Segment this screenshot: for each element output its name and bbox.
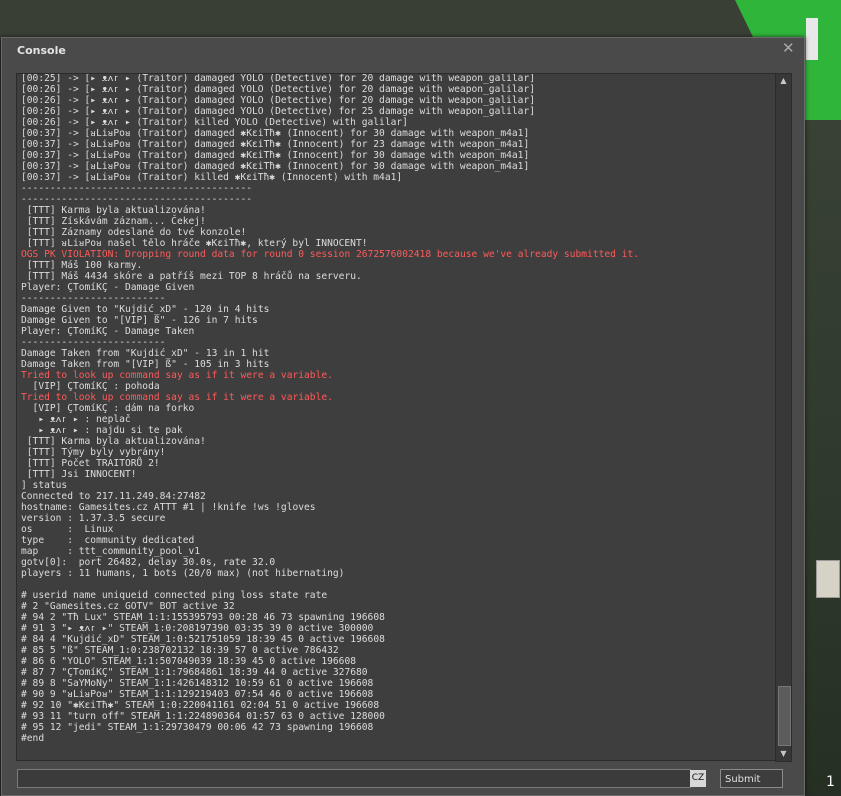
console-line: ▸ ᴥᴧᴦ ▸ : neplač: [21, 414, 131, 425]
console-line: [VIP] ÇTomíKÇ : pohoda: [21, 381, 160, 392]
console-line: Player: ÇTomíKÇ - Damage Given: [21, 282, 195, 293]
console-line: [VIP] ÇTomíKÇ : dám na forko: [21, 403, 195, 414]
console-line: map : ttt_community_pool_v1: [21, 546, 201, 557]
console-line: Damage Taken from "Kujdić_xD" - 13 in 1 …: [21, 348, 270, 359]
console-line: [00:26] -> [▸ ᴥᴧᴦ ▸ (Traitor) killed YOL…: [21, 117, 408, 128]
console-line: # 87 7 "ÇTomíKÇ" STEAM_1:1:79684861 18:3…: [21, 667, 368, 678]
console-line: Damage Given to "[VIP] ß" - 126 in 7 hit…: [21, 315, 258, 326]
console-line: #end: [21, 733, 45, 744]
console-line: gotv[0]: port 26482, delay 30.0s, rate 3…: [21, 557, 276, 568]
console-line: Damage Taken from "[VIP] ß" - 105 in 3 h…: [21, 359, 270, 370]
console-line: ] status: [21, 480, 68, 491]
game-background: [0, 0, 841, 40]
console-line: -------------------------: [21, 337, 166, 348]
console-line: # 90 9 "ᴚLiᴚPoᴚ" STEAM_1:1:129219403 07:…: [21, 689, 374, 700]
game-light-fixture: [806, 18, 818, 60]
console-line: # 2 "Gamesites.cz GOTV" BOT active 32: [21, 601, 235, 612]
console-line: [TTT] Získávám záznam... Čekej!: [21, 216, 206, 227]
scroll-down-icon[interactable]: ▼: [776, 747, 791, 761]
console-line: [00:26] -> [▸ ᴥᴧᴦ ▸ (Traitor) damaged YO…: [21, 84, 536, 95]
window-title: Console: [17, 44, 66, 57]
console-line: [TTT] ᴚLiᴚPoᴚ našel tělo hráče ✱KɛiTħ✱, …: [21, 238, 368, 249]
scrollbar-thumb[interactable]: [778, 686, 791, 746]
console-line: # 89 8 "SaYMoNy" STEAM_1:1:426148312 10:…: [21, 678, 374, 689]
window-titlebar[interactable]: Console ✕: [2, 38, 804, 64]
game-wall-outlet: [816, 560, 840, 598]
console-line: Damage Given to "Kujdić_xD" - 120 in 4 h…: [21, 304, 270, 315]
console-line: [00:37] -> [ᴚLiᴚPoᴚ (Traitor) damaged ✱K…: [21, 150, 530, 161]
console-line: [00:25] -> [▸ ᴥᴧᴦ ▸ (Traitor) damaged YO…: [21, 73, 536, 84]
console-line: [TTT] Jsi INNOCENT!: [21, 469, 137, 480]
command-input[interactable]: [17, 769, 691, 788]
console-error-line: Tried to look up command say as if it we…: [21, 392, 333, 403]
console-line: [00:37] -> [ᴚLiᴚPoᴚ (Traitor) damaged ✱K…: [21, 128, 530, 139]
console-error-line: OGS PK VIOLATION: Dropping round data fo…: [21, 249, 640, 260]
console-line: ▸ ᴥᴧᴦ ▸ : najdu si te pak: [21, 425, 183, 436]
console-line: # 92 10 "✱KɛiTħ✱" STEAM_1:0:220041161 02…: [21, 700, 380, 711]
console-line: ----------------------------------------: [21, 183, 253, 194]
scroll-up-icon[interactable]: ▲: [776, 74, 791, 88]
console-line: Player: ÇTomíKÇ - Damage Taken: [21, 326, 195, 337]
console-lines: [00:25] -> [▸ ᴥᴧᴦ ▸ (Traitor) damaged YO…: [21, 73, 640, 744]
console-window: Console ✕ [00:25] -> [▸ ᴥᴧᴦ ▸ (Traitor) …: [1, 37, 805, 796]
console-line: os : Linux: [21, 524, 114, 535]
console-line: ----------------------------------------: [21, 194, 253, 205]
submit-button[interactable]: Submit: [720, 769, 783, 788]
console-line: hostname: Gamesites.cz ATTT #1 | !knife …: [21, 502, 316, 513]
console-line: [TTT] Karma byla aktualizována!: [21, 205, 206, 216]
console-line: [TTT] Týmy byly vybrány!: [21, 447, 166, 458]
console-line: [TTT] Karma byla aktualizována!: [21, 436, 206, 447]
console-line: type : community dedicated: [21, 535, 195, 546]
console-line: [TTT] Počet TRAITORŮ 2!: [21, 458, 160, 469]
console-line: # 84 4 "Kujdić_xD" STEAM_1:0:521751059 1…: [21, 634, 385, 645]
console-line: # 86 6 "YOLO" STEAM_1:1:507049039 18:39 …: [21, 656, 357, 667]
console-line: players : 11 humans, 1 bots (20/0 max) (…: [21, 568, 345, 579]
keyboard-language-badge: CZ: [690, 770, 706, 787]
console-line: # 94 2 "Tħ Lux" STEAM_1:1:155395793 00:2…: [21, 612, 385, 623]
console-line: [TTT] Máš 100 karmy.: [21, 260, 143, 271]
console-line: [TTT] Máš 4434 skóre a patříš mezi TOP 8…: [21, 271, 362, 282]
console-line: # 95 12 "jedi" STEAM_1:1:29730479 00:06 …: [21, 722, 374, 733]
console-line: [TTT] Záznamy odeslané do tvé konzole!: [21, 227, 247, 238]
console-line: # userid name uniqueid connected ping lo…: [21, 590, 328, 601]
console-line: -------------------------: [21, 293, 166, 304]
console-line: [00:26] -> [▸ ᴥᴧᴦ ▸ (Traitor) damaged YO…: [21, 106, 536, 117]
console-line: Connected to 217.11.249.84:27482: [21, 491, 206, 502]
console-line: # 93 11 "turn off" STEAM_1:1:224890364 0…: [21, 711, 385, 722]
console-line: [00:37] -> [ᴚLiᴚPoᴚ (Traitor) killed ✱Kɛ…: [21, 172, 403, 183]
console-line: version : 1.37.3.5 secure: [21, 513, 166, 524]
console-line: # 91 3 "▸ ᴥᴧᴦ ▸" STEAM_1:0:208197390 03:…: [21, 623, 374, 634]
hud-counter: 1: [826, 774, 835, 790]
console-error-line: Tried to look up command say as if it we…: [21, 370, 333, 381]
console-line: [00:37] -> [ᴚLiᴚPoᴚ (Traitor) damaged ✱K…: [21, 161, 530, 172]
console-line: # 85 5 "ß" STEAM_1:0:238702132 18:39 57 …: [21, 645, 339, 656]
console-scrollbar[interactable]: ▲ ▼: [775, 73, 792, 762]
console-line: [00:37] -> [ᴚLiᴚPoᴚ (Traitor) damaged ✱K…: [21, 139, 530, 150]
close-icon[interactable]: ✕: [782, 41, 795, 56]
console-line: [00:26] -> [▸ ᴥᴧᴦ ▸ (Traitor) damaged YO…: [21, 95, 536, 106]
console-output[interactable]: [00:25] -> [▸ ᴥᴧᴦ ▸ (Traitor) damaged YO…: [16, 73, 777, 761]
